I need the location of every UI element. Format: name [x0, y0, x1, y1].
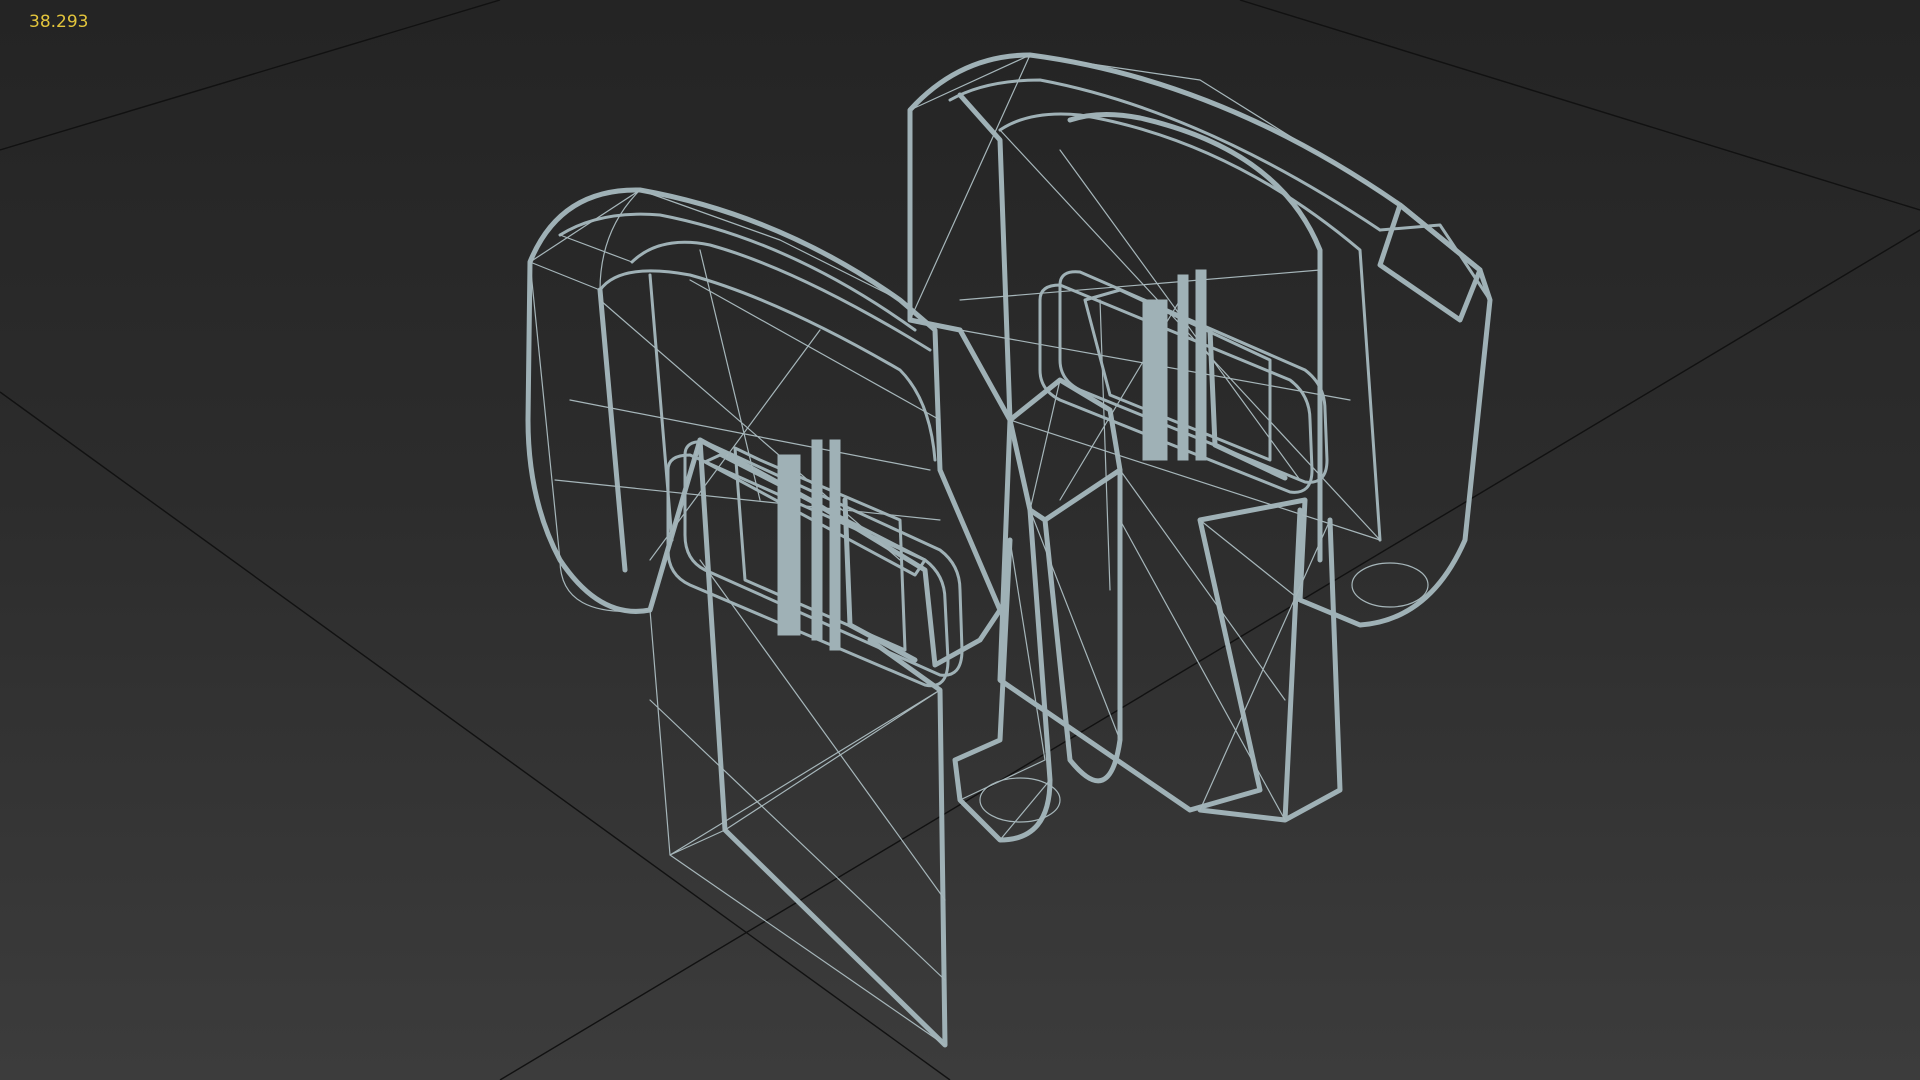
- left-earcup[interactable]: [525, 187, 1003, 1048]
- wireframe-model[interactable]: [525, 52, 1493, 1048]
- right-earcup[interactable]: [907, 52, 1493, 823]
- left-control-prong: [811, 439, 823, 641]
- right-control-prong-2: [1195, 269, 1207, 461]
- perspective-viewport[interactable]: 38.293: [0, 0, 1920, 1080]
- viewport-canvas[interactable]: [0, 0, 1920, 1080]
- home-grid: [0, 0, 1920, 1080]
- right-control-stem: [1142, 299, 1168, 461]
- center-post[interactable]: [952, 377, 1123, 843]
- left-control-prong-2: [829, 439, 841, 651]
- right-control-prong: [1177, 274, 1189, 461]
- left-control-stem: [777, 454, 801, 636]
